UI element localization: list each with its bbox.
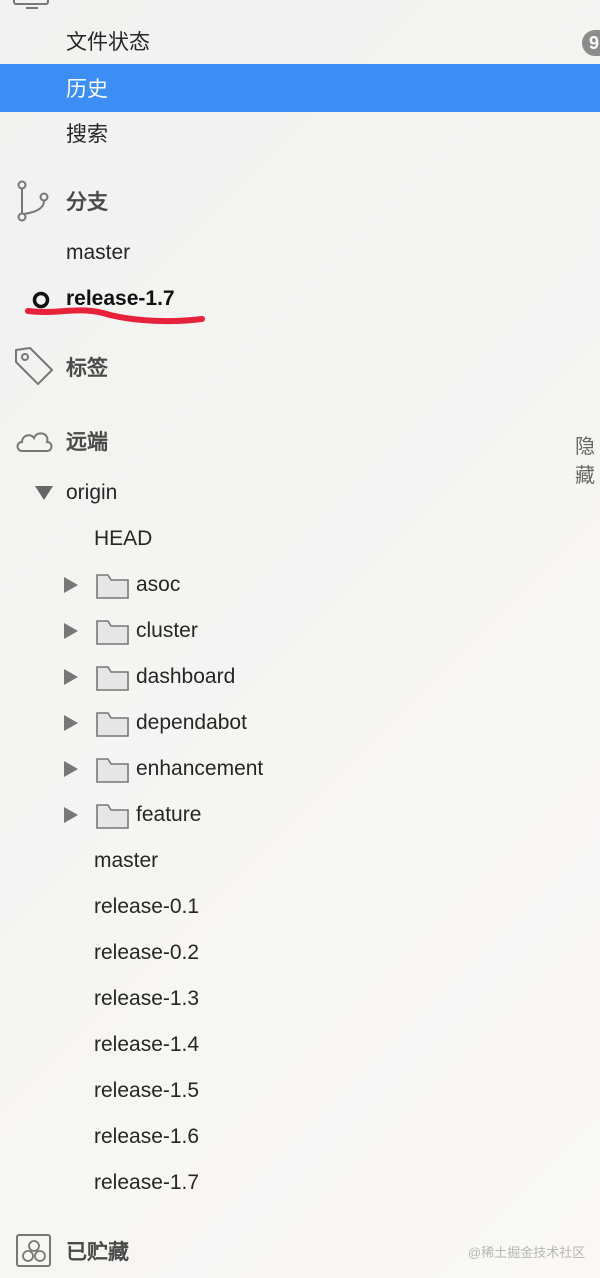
monitor-icon (13, 0, 49, 9)
tag-icon (15, 347, 53, 385)
remote-branch-head[interactable]: HEAD (0, 516, 600, 562)
section-header-tags[interactable]: 标签 (0, 344, 600, 390)
cloud-icon (16, 432, 53, 452)
remote-branch-label: HEAD (94, 527, 153, 550)
section-label: 分支 (66, 191, 108, 214)
folder-icon (96, 620, 129, 645)
folder-icon (96, 666, 129, 691)
section-header-remotes[interactable]: 远端 (0, 418, 600, 464)
folder-label: cluster (136, 619, 198, 642)
remote-branch-item[interactable]: release-1.5 (0, 1068, 600, 1114)
remote-folder-asoc[interactable]: asoc (0, 562, 600, 608)
branch-label: master (66, 241, 131, 264)
disclosure-triangle-right-icon[interactable] (64, 761, 78, 777)
folder-label: asoc (136, 573, 181, 596)
disclosure-triangle-right-icon[interactable] (64, 807, 78, 823)
remote-branch-label: release-0.2 (94, 941, 200, 964)
remote-branch-label: release-0.1 (94, 895, 200, 918)
folder-label: feature (136, 803, 202, 826)
disclosure-triangle-right-icon[interactable] (64, 669, 78, 685)
remote-item-origin[interactable]: origin (0, 470, 600, 516)
remote-branch-item[interactable]: release-0.2 (0, 930, 600, 976)
branch-item-master[interactable]: master (0, 230, 600, 276)
annotation-underline (25, 307, 205, 325)
remote-folder-cluster[interactable]: cluster (0, 608, 600, 654)
section-label: 标签 (66, 357, 108, 380)
section-label: 已贮藏 (66, 1241, 129, 1264)
sidebar-item-label: 历史 (66, 78, 108, 101)
remote-branch-label: master (94, 849, 159, 872)
remote-branch-label: release-1.5 (94, 1079, 200, 1102)
section-header-branches[interactable]: 分支 (0, 178, 600, 224)
branch-icon (17, 180, 49, 222)
remote-branch-label: release-1.6 (94, 1125, 200, 1148)
sidebar-item-label: 搜索 (66, 123, 108, 146)
disclosure-triangle-down-icon[interactable] (35, 486, 53, 500)
folder-label: enhancement (136, 757, 264, 780)
remote-folder-enhancement[interactable]: enhancement (0, 746, 600, 792)
watermark: @稀土掘金技术社区 (468, 1245, 586, 1260)
folder-icon (96, 804, 129, 829)
folder-label: dashboard (136, 665, 236, 688)
remote-branch-item[interactable]: release-1.3 (0, 976, 600, 1022)
remote-branch-label: release-1.3 (94, 987, 200, 1010)
sidebar-item-file-status[interactable]: 文件状态 (0, 18, 600, 64)
section-label: 远端 (66, 431, 108, 454)
folder-icon (96, 712, 129, 737)
sidebar-item-label: 文件状态 (66, 31, 150, 54)
disclosure-triangle-right-icon[interactable] (64, 715, 78, 731)
remote-folder-dashboard[interactable]: dashboard (0, 654, 600, 700)
remote-branch-item[interactable]: release-0.1 (0, 884, 600, 930)
remote-branch-item[interactable]: release-1.6 (0, 1114, 600, 1160)
remote-branch-item[interactable]: release-1.7 (0, 1160, 600, 1206)
folder-icon (96, 758, 129, 783)
sidebar-item-history[interactable]: 历史 (0, 64, 600, 112)
disclosure-triangle-right-icon[interactable] (64, 577, 78, 593)
remote-label: origin (66, 481, 118, 504)
remote-branch-item[interactable]: master (0, 838, 600, 884)
remote-branch-item[interactable]: release-1.4 (0, 1022, 600, 1068)
sidebar-item-search[interactable]: 搜索 (0, 110, 600, 156)
remote-folder-feature[interactable]: feature (0, 792, 600, 838)
disclosure-triangle-right-icon[interactable] (64, 623, 78, 639)
folder-icon (96, 574, 129, 599)
remote-folder-dependabot[interactable]: dependabot (0, 700, 600, 746)
stash-icon (16, 1234, 51, 1267)
remote-branch-label: release-1.4 (94, 1033, 200, 1056)
folder-label: dependabot (136, 711, 247, 734)
remote-branch-label: release-1.7 (94, 1171, 200, 1194)
